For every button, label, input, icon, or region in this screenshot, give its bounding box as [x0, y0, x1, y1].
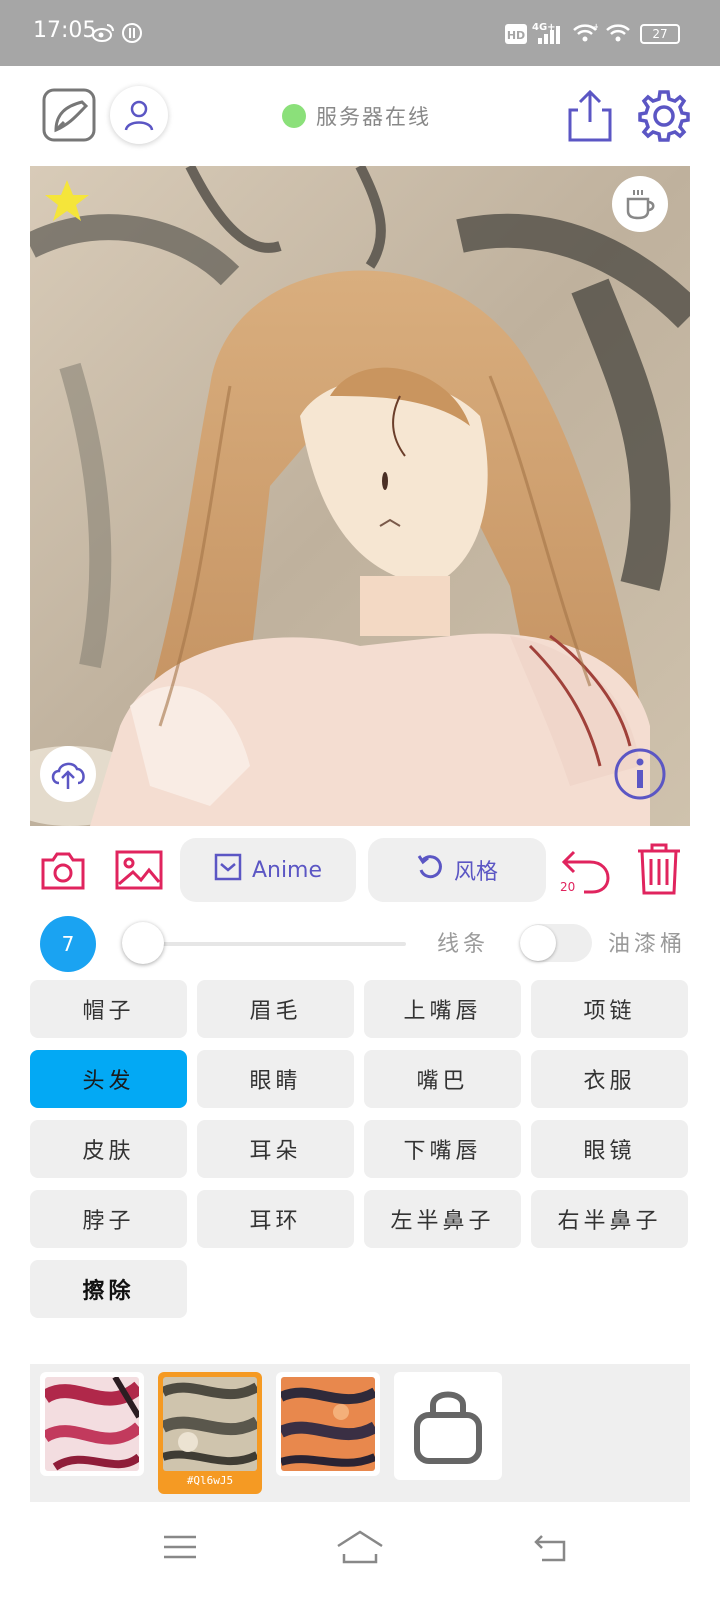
- part-button[interactable]: 耳朵: [197, 1120, 354, 1178]
- style-label: 风格: [453, 860, 498, 885]
- anime-mode-label: Anime: [251, 857, 323, 883]
- upload-cloud-icon[interactable]: [40, 746, 96, 802]
- bucket-toggle[interactable]: [520, 924, 592, 962]
- trash-icon[interactable]: [634, 842, 684, 896]
- style-thumbnail-selected[interactable]: #Ql6wJ5: [158, 1372, 262, 1494]
- part-button[interactable]: 下嘴唇: [364, 1120, 521, 1178]
- sketch-icon[interactable]: [42, 88, 96, 142]
- home-icon[interactable]: [336, 1528, 384, 1566]
- battery-icon: 27: [640, 24, 680, 44]
- checkbox-icon: [214, 853, 242, 887]
- svg-text:HD: HD: [507, 29, 525, 42]
- part-button[interactable]: 帽子: [30, 980, 187, 1038]
- lines-label: 线条: [437, 932, 490, 957]
- part-button[interactable]: 右半鼻子: [531, 1190, 688, 1248]
- status-time: 17:05: [33, 18, 97, 43]
- settings-icon[interactable]: [636, 88, 690, 142]
- anime-mode-button[interactable]: Anime: [180, 838, 356, 902]
- undo-count: 20: [560, 880, 576, 894]
- part-button[interactable]: 皮肤: [30, 1120, 187, 1178]
- menu-icon[interactable]: [160, 1530, 200, 1564]
- status-bar: 17:05 HD 4G+ + 27: [0, 0, 720, 66]
- part-button[interactable]: 项链: [531, 980, 688, 1038]
- info-icon[interactable]: [612, 746, 668, 802]
- svg-text:+: +: [592, 22, 598, 33]
- server-status-dot: [282, 104, 306, 128]
- star-icon[interactable]: [42, 176, 92, 226]
- back-icon[interactable]: [530, 1530, 570, 1564]
- lock-bag-icon[interactable]: [394, 1372, 502, 1480]
- brush-size-badge[interactable]: 7: [40, 916, 96, 972]
- part-button[interactable]: 脖子: [30, 1190, 187, 1248]
- erase-button[interactable]: 擦除: [30, 1260, 187, 1318]
- wifi-icon: +: [572, 22, 600, 48]
- style-thumbnail[interactable]: [40, 1372, 144, 1476]
- bucket-label: 油漆桶: [608, 932, 687, 957]
- server-status-label: 服务器在线: [316, 105, 431, 129]
- bucket-toggle-knob: [520, 925, 556, 961]
- hd-icon: HD: [505, 24, 527, 48]
- coffee-icon[interactable]: [612, 176, 668, 232]
- app-icon: [121, 22, 143, 48]
- signal-4g-icon: 4G+: [532, 20, 566, 50]
- part-button[interactable]: 左半鼻子: [364, 1190, 521, 1248]
- part-button[interactable]: 眼镜: [531, 1120, 688, 1178]
- part-button[interactable]: 嘴巴: [364, 1050, 521, 1108]
- wifi-icon: [605, 22, 631, 48]
- refresh-icon: [416, 853, 444, 887]
- server-status: 服务器在线: [282, 102, 431, 130]
- brush-size-slider-track[interactable]: [140, 942, 406, 946]
- part-button-active[interactable]: 头发: [30, 1050, 187, 1108]
- brush-size-slider-thumb[interactable]: [122, 922, 164, 964]
- camera-icon[interactable]: [40, 848, 86, 892]
- style-button[interactable]: 风格: [368, 838, 546, 902]
- style-id: #Ql6wJ5: [186, 1474, 234, 1487]
- part-button[interactable]: 眼睛: [197, 1050, 354, 1108]
- gallery-icon[interactable]: [114, 848, 164, 892]
- part-button[interactable]: 衣服: [531, 1050, 688, 1108]
- part-button[interactable]: 上嘴唇: [364, 980, 521, 1038]
- part-button[interactable]: 眉毛: [197, 980, 354, 1038]
- part-button[interactable]: 耳环: [197, 1190, 354, 1248]
- share-icon[interactable]: [564, 88, 616, 144]
- weibo-icon: [92, 22, 114, 46]
- system-navbar: [0, 1512, 720, 1600]
- style-thumbnail[interactable]: [276, 1372, 380, 1476]
- drawing-canvas[interactable]: [30, 166, 690, 826]
- undo-button[interactable]: 20: [560, 844, 612, 894]
- user-icon[interactable]: [110, 86, 168, 144]
